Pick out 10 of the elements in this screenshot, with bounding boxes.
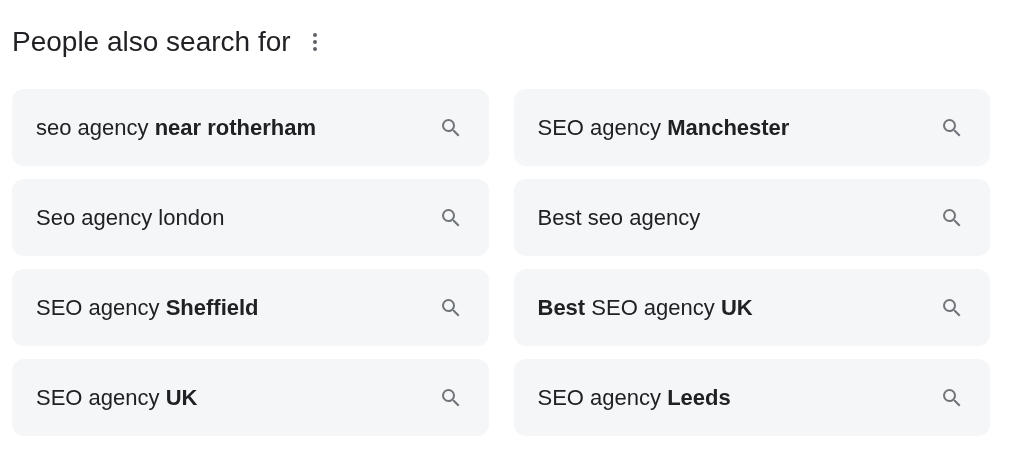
search-suggestion[interactable]: seo agency near rotherham bbox=[12, 89, 489, 166]
search-suggestion[interactable]: Best seo agency bbox=[513, 179, 990, 256]
search-suggestion[interactable]: Seo agency london bbox=[12, 179, 489, 256]
more-options-icon bbox=[311, 32, 318, 52]
search-suggestion[interactable]: Best SEO agency UK bbox=[513, 269, 990, 346]
search-suggestion[interactable]: SEO agency Manchester bbox=[513, 89, 990, 166]
search-suggestion[interactable]: SEO agency Sheffield bbox=[12, 269, 489, 346]
search-suggestion[interactable]: SEO agency UK bbox=[12, 359, 489, 436]
section-title: People also search for bbox=[12, 28, 291, 56]
search-suggestion[interactable]: SEO agency Leeds bbox=[513, 359, 990, 436]
